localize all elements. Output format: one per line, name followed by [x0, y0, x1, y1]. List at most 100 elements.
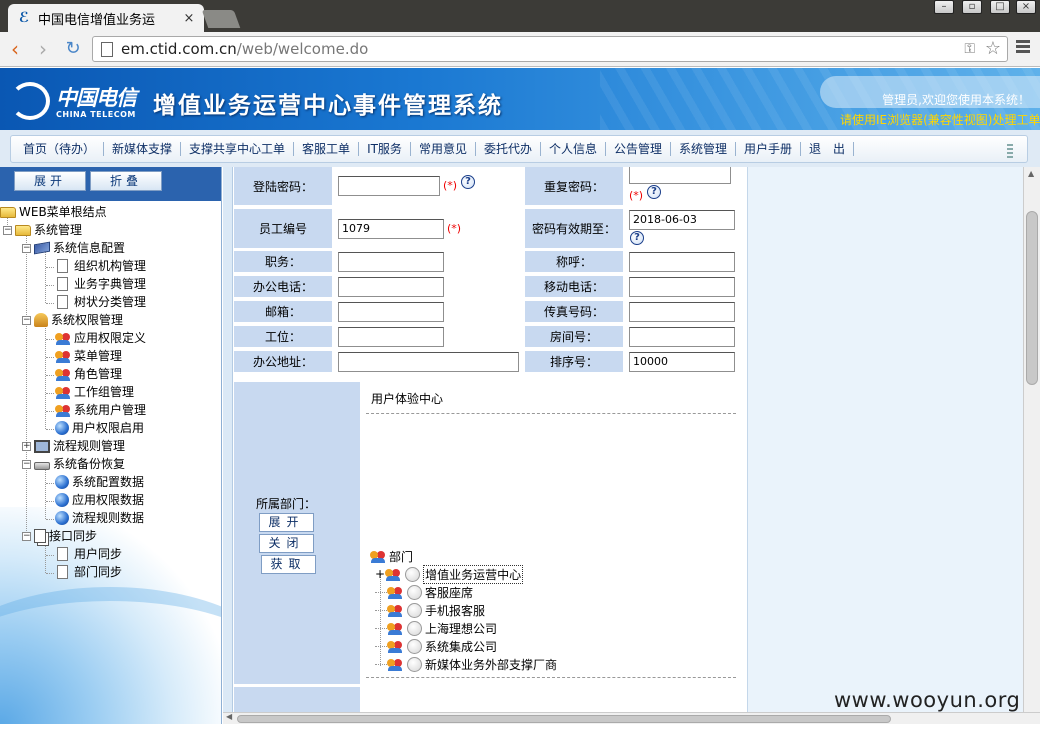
nav-service-tickets[interactable]: 客服工单: [294, 142, 360, 156]
collapse-toggle-icon[interactable]: −: [22, 243, 31, 253]
fax-input[interactable]: [629, 302, 735, 322]
tree-node-root[interactable]: WEB菜单根结点: [0, 203, 107, 221]
tree-node-user-perm-enable[interactable]: 用户权限启用: [55, 419, 144, 437]
tree-node-dict-mgmt[interactable]: 业务字典管理: [57, 275, 146, 293]
dept-node[interactable]: + 增值业务运营中心: [375, 564, 524, 584]
scroll-left-arrow-icon[interactable]: ◀: [226, 712, 232, 721]
reload-icon[interactable]: ↻: [62, 38, 84, 60]
employee-no-input[interactable]: 1079: [338, 219, 444, 239]
password-expiry-input[interactable]: 2018-06-03: [629, 210, 735, 230]
nav-logout[interactable]: 退 出: [801, 142, 855, 156]
vertical-scroll-thumb[interactable]: [1026, 211, 1038, 385]
browser-tab[interactable]: ℰ 中国电信增值业务运 ×: [8, 4, 204, 32]
seat-input[interactable]: [338, 327, 444, 347]
login-password-input[interactable]: [338, 176, 440, 196]
maximize-window-icon[interactable]: □: [990, 0, 1010, 14]
tree-node-sys-info-config[interactable]: − 系统信息配置: [22, 239, 125, 257]
tree-node-app-perm-def[interactable]: 应用权限定义: [55, 329, 146, 347]
tree-node-system-mgmt[interactable]: − 系统管理: [3, 221, 82, 239]
horizontal-scroll-thumb[interactable]: [237, 715, 891, 723]
help-icon[interactable]: ?: [647, 185, 661, 199]
repeat-password-input[interactable]: [629, 167, 731, 184]
new-tab-button[interactable]: [201, 10, 241, 28]
dept-close-button[interactable]: 关闭: [259, 534, 314, 553]
address-input[interactable]: [338, 352, 519, 372]
tree-node-workgroup-mgmt[interactable]: 工作组管理: [55, 383, 134, 401]
tree-node-label: 流程规则数据: [72, 511, 145, 525]
expand-all-button[interactable]: 展开: [14, 171, 86, 191]
dept-radio[interactable]: [405, 566, 421, 582]
vertical-scrollbar[interactable]: ▲: [1023, 167, 1040, 712]
help-icon[interactable]: ?: [461, 175, 475, 189]
dept-fetch-button[interactable]: 获取: [261, 555, 316, 574]
sort-no-input[interactable]: 10000: [629, 352, 735, 372]
dept-node[interactable]: 客服座席: [375, 583, 473, 601]
dept-node[interactable]: 手机报客服: [375, 601, 485, 619]
address-bar[interactable]: em.ctid.com.cn/web/welcome.do ⚿ ☆: [92, 36, 1008, 62]
back-arrow-icon[interactable]: ‹: [4, 38, 26, 60]
nav-common-opinions[interactable]: 常用意见: [411, 142, 476, 156]
nav-notice-mgmt[interactable]: 公告管理: [606, 142, 671, 156]
horizontal-scrollbar[interactable]: ◀: [223, 712, 1040, 724]
dept-radio[interactable]: [407, 602, 422, 618]
dept-radio[interactable]: [407, 584, 422, 600]
nav-personal-info[interactable]: 个人信息: [541, 142, 606, 156]
email-input[interactable]: [338, 302, 444, 322]
scroll-up-arrow-icon[interactable]: ▲: [1028, 169, 1034, 178]
nav-user-manual[interactable]: 用户手册: [736, 142, 802, 156]
nav-home[interactable]: 首页（待办）: [15, 142, 105, 156]
help-icon[interactable]: ?: [630, 231, 644, 245]
nav-new-media[interactable]: 新媒体支撑: [104, 142, 182, 156]
tree-node-tree-class-mgmt[interactable]: 树状分类管理: [57, 293, 146, 311]
tree-node-role-mgmt[interactable]: 角色管理: [55, 365, 122, 383]
expand-toggle-icon[interactable]: +: [375, 567, 385, 581]
tree-node-flow-rule-mgmt[interactable]: + 流程规则管理: [22, 437, 125, 455]
tree-node-label: 树状分类管理: [74, 295, 147, 309]
nav-shared-center-tickets[interactable]: 支撑共享中心工单: [181, 142, 295, 156]
tree-node-dept-sync[interactable]: 部门同步: [57, 563, 122, 581]
browser-menu-icon[interactable]: [1016, 40, 1030, 55]
dept-node[interactable]: 上海理想公司: [375, 619, 497, 637]
bookmark-star-icon[interactable]: ☆: [985, 38, 1001, 59]
nav-delegate[interactable]: 委托代办: [476, 142, 541, 156]
tree-node-iface-sync[interactable]: − 接口同步: [22, 527, 97, 545]
title-input[interactable]: [629, 252, 735, 272]
key-icon[interactable]: ⚿: [964, 41, 975, 57]
selected-department: 用户体验中心: [371, 392, 444, 406]
dept-node[interactable]: 系统集成公司: [375, 637, 497, 655]
nav-system-mgmt[interactable]: 系统管理: [671, 142, 737, 156]
collapse-toggle-icon[interactable]: −: [3, 225, 12, 235]
collapse-toggle-icon[interactable]: −: [22, 315, 31, 325]
close-window-icon[interactable]: ×: [1016, 0, 1036, 14]
restore-window-icon[interactable]: ▫: [962, 0, 982, 14]
tree-node-sys-config-data[interactable]: 系统配置数据: [55, 473, 144, 491]
users-icon: [385, 567, 401, 581]
tree-node-app-perm-data[interactable]: 应用权限数据: [55, 491, 144, 509]
dept-radio[interactable]: [407, 620, 422, 636]
forward-arrow-icon[interactable]: ›: [32, 38, 54, 60]
collapse-toggle-icon[interactable]: −: [22, 531, 31, 541]
tree-node-org-mgmt[interactable]: 组织机构管理: [57, 257, 146, 275]
tree-node-sys-backup[interactable]: − 系统备份恢复: [22, 455, 125, 473]
room-input[interactable]: [629, 327, 735, 347]
expand-toggle-icon[interactable]: +: [22, 441, 31, 451]
position-input[interactable]: [338, 252, 444, 272]
tree-node-sys-perm-mgmt[interactable]: − 系统权限管理: [22, 311, 123, 329]
tree-node-user-sync[interactable]: 用户同步: [57, 545, 122, 563]
tree-node-sys-user-mgmt[interactable]: 系统用户管理: [55, 401, 146, 419]
users-icon: [55, 331, 71, 345]
collapse-all-button[interactable]: 折叠: [90, 171, 162, 191]
minimize-window-icon[interactable]: –: [934, 0, 954, 14]
mobile-input[interactable]: [629, 277, 735, 297]
tab-close-icon[interactable]: ×: [182, 11, 196, 26]
dept-tree-root[interactable]: 部门: [370, 547, 413, 565]
tree-node-flow-rule-data[interactable]: 流程规则数据: [55, 509, 144, 527]
tree-node-menu-mgmt[interactable]: 菜单管理: [55, 347, 122, 365]
dept-expand-button[interactable]: 展开: [259, 513, 314, 532]
office-phone-input[interactable]: [338, 277, 444, 297]
dept-radio[interactable]: [407, 638, 422, 654]
collapse-toggle-icon[interactable]: −: [22, 459, 31, 469]
dept-node[interactable]: 新媒体业务外部支撑厂商: [375, 655, 557, 673]
dept-radio[interactable]: [407, 656, 422, 672]
nav-it-service[interactable]: IT服务: [359, 142, 411, 156]
